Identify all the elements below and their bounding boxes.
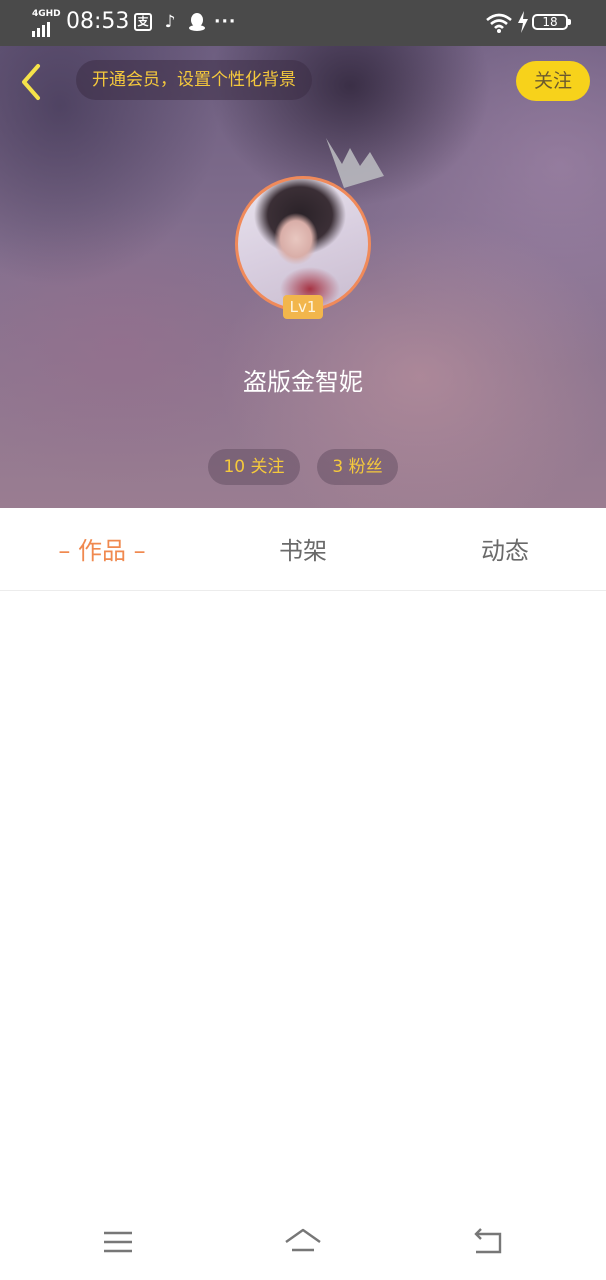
status-bar: 4GHD 08:53 支 ♪ ··· 18 <box>0 0 606 46</box>
tab-moments[interactable]: 动态 <box>455 510 555 590</box>
signal-icon: 4GHD <box>32 9 61 37</box>
following-count-button[interactable]: 10 关注 <box>208 449 300 485</box>
username: 盗版金智妮 <box>243 368 363 396</box>
network-type: 4GHD <box>32 9 61 19</box>
qq-icon <box>187 12 207 32</box>
avatar[interactable] <box>235 176 371 312</box>
profile-tabs: – 作品 – 书架 动态 <box>0 510 606 591</box>
wifi-icon <box>486 13 512 33</box>
tab-works[interactable]: – 作品 – <box>40 510 164 590</box>
system-nav-bar <box>0 1210 606 1280</box>
vip-promo-button[interactable]: 开通会员，设置个性化背景 <box>76 60 312 100</box>
more-icon: ··· <box>214 12 237 32</box>
tiktok-icon: ♪ <box>164 12 176 32</box>
profile-header: 开通会员，设置个性化背景 关注 Lv1 盗版金智妮 10 关注 3 粉丝 <box>0 46 606 508</box>
menu-icon[interactable] <box>98 1222 138 1262</box>
battery-icon: 18 <box>532 14 571 30</box>
clock: 08:53 <box>66 9 130 34</box>
level-badge: Lv1 <box>283 295 323 319</box>
back-icon[interactable] <box>468 1222 508 1262</box>
tab-bookshelf[interactable]: 书架 <box>253 510 353 590</box>
alipay-icon: 支 <box>134 13 152 31</box>
home-icon[interactable] <box>283 1222 323 1262</box>
fans-count-button[interactable]: 3 粉丝 <box>317 449 398 485</box>
chevron-left-icon[interactable] <box>14 60 54 104</box>
charging-icon <box>518 11 528 33</box>
follow-button[interactable]: 关注 <box>516 61 590 101</box>
